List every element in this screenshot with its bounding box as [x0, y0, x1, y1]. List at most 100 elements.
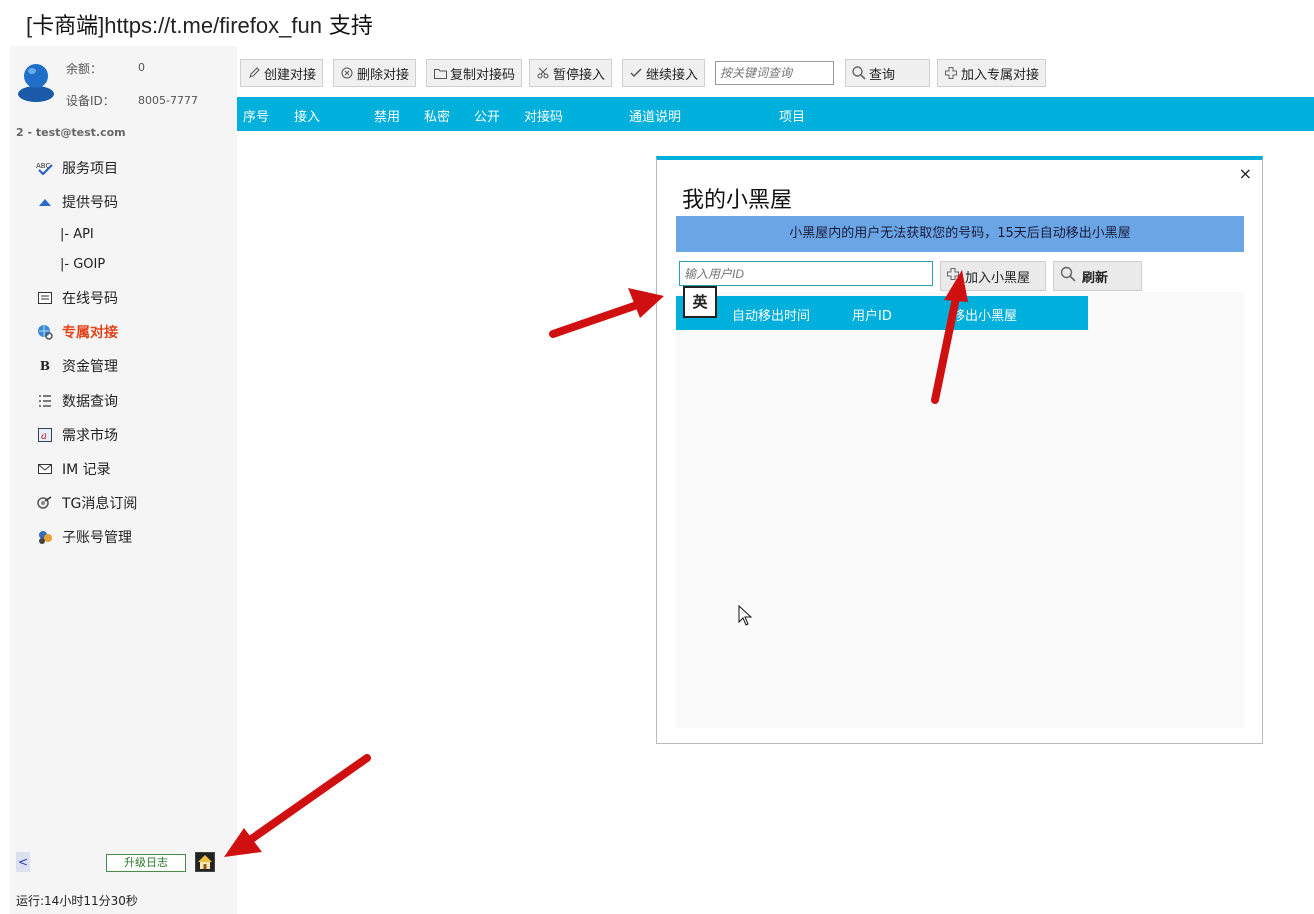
folder-icon [433, 66, 447, 80]
query-label: 查询 [869, 67, 896, 83]
refresh-label: 刷新 [1082, 270, 1109, 286]
sidebar: 余额： 0 设备ID： 8005-7777 2 - test@test.com … [10, 46, 237, 914]
user-id-input[interactable] [679, 261, 933, 286]
toolbar: 创建对接 删除对接 复制对接码 暂停接入 继续接入 查询 加入专属对接 [237, 46, 1314, 96]
add-exclusive-button[interactable]: 加入专属对接 [937, 59, 1047, 87]
sidebar-item-label: 专属对接 [62, 325, 118, 341]
sidebar-item-sub-accounts[interactable]: 子账号管理 [36, 525, 132, 549]
sidebar-item-online-numbers[interactable]: 在线号码 [36, 286, 118, 310]
column-header-remove[interactable]: 移出小黑屋 [952, 305, 1017, 324]
copy-code-label: 复制对接码 [450, 67, 516, 83]
add-to-blacklist-button[interactable]: 加入小黑屋 [940, 261, 1046, 291]
window-title: [卡商端]https://t.me/firefox_fun 支持 [26, 8, 373, 40]
balance-label: 余额： [66, 62, 103, 76]
refresh-button[interactable]: 刷新 [1053, 261, 1142, 291]
pencil-icon [247, 66, 261, 80]
users-icon [36, 529, 54, 545]
sidebar-item-label: 提供号码 [62, 195, 118, 211]
sidebar-item-data-query[interactable]: 数据查询 [36, 389, 118, 413]
sidebar-item-funds[interactable]: B 资金管理 [36, 354, 118, 378]
sidebar-item-demand-market[interactable]: a 需求市场 [36, 423, 118, 447]
balance-value: 0 [138, 61, 145, 74]
add-exclusive-label: 加入专属对接 [961, 67, 1040, 83]
collapse-sidebar-button[interactable]: < [16, 852, 30, 872]
search-icon [852, 66, 866, 80]
user-avatar-icon [18, 64, 54, 102]
checkmark-icon [629, 66, 643, 80]
column-header-project[interactable]: 项目 [779, 106, 805, 125]
title-bar: [卡商端]https://t.me/firefox_fun 支持 [0, 0, 1314, 46]
dialog-notice: 小黑屋内的用户无法获取您的号码，15天后自动移出小黑屋 [676, 216, 1244, 252]
device-id-label: 设备ID： [66, 94, 115, 108]
blacklist-table-header: 自动移出时间 用户ID 移出小黑屋 [676, 296, 1088, 330]
market-icon: a [36, 427, 54, 443]
resume-access-label: 继续接入 [646, 67, 699, 83]
plus-icon [947, 268, 961, 284]
column-header-channel-desc[interactable]: 通道说明 [629, 106, 681, 125]
column-header-docking-code[interactable]: 对接码 [524, 106, 563, 125]
plus-icon [944, 66, 958, 80]
column-header-private[interactable]: 私密 [424, 106, 450, 125]
annotation-arrow-to-input [549, 288, 664, 338]
mouse-cursor-icon [738, 605, 753, 626]
column-header-index[interactable]: 序号 [243, 106, 269, 125]
home-icon [198, 855, 212, 869]
annotation-arrow-to-home [224, 754, 371, 857]
svg-text:a: a [41, 431, 47, 442]
globe-link-icon [36, 324, 54, 340]
title-app-name: 卡商端 [32, 14, 99, 39]
delete-docking-label: 删除对接 [357, 67, 410, 83]
sidebar-item-service-items[interactable]: ABC 服务项目 [36, 156, 118, 180]
arrow-up-icon [36, 194, 54, 210]
sidebar-item-label: 在线号码 [62, 291, 118, 307]
sidebar-item-label: 子账号管理 [62, 530, 132, 546]
keyword-search-input[interactable] [715, 61, 834, 85]
sidebar-item-label: IM 记录 [62, 462, 111, 478]
create-docking-button[interactable]: 创建对接 [240, 59, 324, 87]
changelog-button[interactable]: 升级日志 [106, 854, 186, 872]
sidebar-subitem-api[interactable]: |- API [60, 227, 94, 242]
device-id-value: 8005-7777 [138, 94, 198, 107]
user-account-line: 2 - test@test.com [16, 126, 126, 139]
title-url[interactable]: https://t.me/firefox_fun [104, 13, 322, 38]
sidebar-item-tg-subscription[interactable]: TG消息订阅 [36, 491, 137, 515]
sidebar-subitem-goip[interactable]: |- GOIP [60, 257, 105, 272]
pause-access-button[interactable]: 暂停接入 [529, 59, 613, 87]
create-docking-label: 创建对接 [264, 67, 317, 83]
dialog-title: 我的小黑屋 [682, 188, 793, 213]
sidebar-item-label: 服务项目 [62, 161, 118, 177]
query-button[interactable]: 查询 [845, 59, 930, 87]
copy-code-button[interactable]: 复制对接码 [426, 59, 523, 87]
pause-access-label: 暂停接入 [553, 67, 606, 83]
title-support: 支持 [321, 14, 373, 39]
home-button[interactable] [195, 852, 215, 872]
sidebar-item-im-records[interactable]: IM 记录 [36, 457, 111, 481]
sidebar-item-exclusive-docking[interactable]: 专属对接 [36, 320, 118, 344]
abc-check-icon: ABC [36, 160, 54, 176]
column-header-access[interactable]: 接入 [294, 106, 320, 125]
column-header-public[interactable]: 公开 [474, 106, 500, 125]
bold-b-icon: B [39, 359, 51, 373]
resume-access-button[interactable]: 继续接入 [622, 59, 706, 87]
list-box-icon [36, 290, 54, 306]
delete-circle-icon [340, 66, 354, 80]
ime-indicator: 英 [683, 286, 717, 318]
sidebar-item-label: 需求市场 [62, 428, 118, 444]
delete-docking-button[interactable]: 删除对接 [333, 59, 417, 87]
column-header-user-id[interactable]: 用户ID [852, 305, 892, 324]
column-header-disabled[interactable]: 禁用 [374, 106, 400, 125]
search-icon [1060, 266, 1078, 286]
column-header-auto-remove-time[interactable]: 自动移出时间 [732, 305, 810, 324]
scissors-icon [536, 66, 550, 80]
mail-icon [36, 461, 54, 477]
sidebar-item-label: TG消息订阅 [62, 496, 138, 512]
sidebar-item-provide-numbers[interactable]: 提供号码 [36, 190, 118, 214]
blacklist-dialog: × 我的小黑屋 小黑屋内的用户无法获取您的号码，15天后自动移出小黑屋 加入小黑… [656, 156, 1263, 744]
runtime-status: 运行:14小时11分30秒 [16, 894, 138, 908]
blacklist-list [676, 292, 1244, 728]
satellite-icon [36, 495, 54, 511]
sidebar-item-label: 资金管理 [62, 359, 118, 375]
add-to-blacklist-label: 加入小黑屋 [965, 270, 1031, 286]
close-icon[interactable]: × [1239, 164, 1252, 183]
numbered-list-icon [36, 393, 54, 409]
